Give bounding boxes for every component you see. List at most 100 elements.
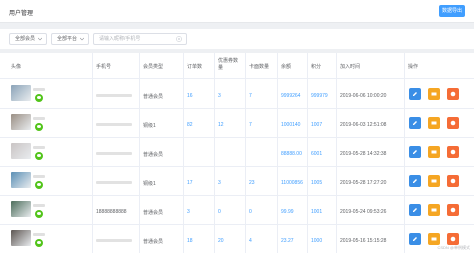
recharge-button[interactable] <box>447 117 459 129</box>
coupons-cell[interactable]: 3 <box>218 180 221 186</box>
pencil-icon <box>413 150 417 154</box>
coupons-cell[interactable]: 20 <box>218 238 224 244</box>
col-cards: 卡面数量 <box>249 64 270 70</box>
avatar <box>11 85 31 101</box>
search-placeholder: 请输入昵称/手机号 <box>99 36 141 42</box>
edit-button[interactable] <box>409 146 421 158</box>
phone-redacted <box>96 239 132 242</box>
recharge-button[interactable] <box>447 88 459 100</box>
col-orders: 订单数 <box>187 64 203 70</box>
coupons-cell[interactable]: 0 <box>218 209 221 215</box>
avatar <box>11 201 31 217</box>
orders-cell[interactable]: 82 <box>187 122 193 128</box>
edit-button[interactable] <box>409 88 421 100</box>
money-icon <box>450 149 456 155</box>
phone-cell: 18888888888 <box>96 209 127 215</box>
nickname-redacted <box>33 233 45 236</box>
coupon-icon <box>431 208 437 212</box>
points-cell[interactable]: 1000 <box>311 238 322 244</box>
nickname-redacted <box>33 88 45 91</box>
nickname-redacted <box>33 204 45 207</box>
edit-button[interactable] <box>409 233 421 245</box>
coupon-icon <box>431 121 437 125</box>
money-icon <box>450 236 456 242</box>
edit-button[interactable] <box>409 175 421 187</box>
balance-cell[interactable]: 99.99 <box>281 209 294 215</box>
join-time-cell: 2019-05-24 09:53:26 <box>340 209 387 215</box>
nickname-redacted <box>33 175 45 178</box>
recharge-button[interactable] <box>447 175 459 187</box>
table-row: 普通会员 88888.00 6001 2019-05-28 14:32:38 <box>0 138 474 167</box>
coupon-button[interactable] <box>428 146 440 158</box>
col-avatar: 头像 <box>11 64 22 70</box>
cards-cell[interactable]: 7 <box>249 93 252 99</box>
page-title: 用户管理 <box>9 11 34 17</box>
search-input[interactable]: 请输入昵称/手机号 <box>93 33 187 45</box>
points-cell[interactable]: 1007 <box>311 122 322 128</box>
recharge-button[interactable] <box>447 146 459 158</box>
wechat-icon <box>35 181 43 189</box>
balance-cell[interactable]: 11000856 <box>281 180 303 186</box>
orders-cell[interactable]: 16 <box>187 93 193 99</box>
coupons-cell[interactable]: 12 <box>218 122 224 128</box>
money-icon <box>450 120 456 126</box>
platform-select[interactable]: 全部平台 <box>51 33 89 45</box>
points-cell[interactable]: 999979 <box>311 93 328 99</box>
money-icon <box>450 207 456 213</box>
join-time-cell: 2019-05-28 14:32:38 <box>340 151 387 157</box>
points-cell[interactable]: 6001 <box>311 151 322 157</box>
money-icon <box>450 91 456 97</box>
member-type-select[interactable]: 全部会员 <box>9 33 47 45</box>
wechat-icon <box>35 123 43 131</box>
cards-cell[interactable]: 23 <box>249 180 255 186</box>
orders-cell[interactable]: 18 <box>187 238 193 244</box>
coupons-cell[interactable]: 3 <box>218 93 221 99</box>
join-time-cell: 2019-05-28 17:27:20 <box>340 180 387 186</box>
col-balance: 余额 <box>281 64 292 70</box>
chevron-down-icon <box>80 37 84 41</box>
member-type-cell: 铜级1 <box>143 181 156 187</box>
orders-cell[interactable]: 3 <box>187 209 190 215</box>
balance-cell[interactable]: 23.27 <box>281 238 294 244</box>
member-type-cell: 普通会员 <box>143 210 164 216</box>
page-header: 用户管理 数据导出 <box>0 0 474 23</box>
clear-icon[interactable] <box>176 36 182 42</box>
balance-cell[interactable]: 9999264 <box>281 93 300 99</box>
cards-cell[interactable]: 7 <box>249 122 252 128</box>
cards-cell[interactable]: 0 <box>249 209 252 215</box>
wechat-icon <box>35 152 43 160</box>
export-button[interactable]: 数据导出 <box>439 5 465 17</box>
coupon-button[interactable] <box>428 117 440 129</box>
col-member-type: 会员类型 <box>143 64 164 70</box>
coupon-button[interactable] <box>428 204 440 216</box>
col-phone: 手机号 <box>96 64 112 70</box>
cards-cell[interactable]: 4 <box>249 238 252 244</box>
table-row: 18888888888 普通会员 3 0 0 99.99 1001 2019-05-24 09… <box>0 196 474 225</box>
phone-redacted <box>96 152 132 155</box>
recharge-button[interactable] <box>447 233 459 245</box>
platform-select-value: 全部平台 <box>57 36 78 42</box>
balance-cell[interactable]: 88888.00 <box>281 151 302 157</box>
points-cell[interactable]: 1005 <box>311 180 322 186</box>
col-points: 积分 <box>311 64 322 70</box>
table-row: 普通会员 16 3 7 9999264 999979 2019-06-06 10:00:20 <box>0 80 474 109</box>
col-join-time: 加入时间 <box>340 64 361 70</box>
balance-cell[interactable]: 1000140 <box>281 122 300 128</box>
edit-button[interactable] <box>409 117 421 129</box>
money-icon <box>450 178 456 184</box>
edit-button[interactable] <box>409 204 421 216</box>
recharge-button[interactable] <box>447 204 459 216</box>
member-type-cell: 普通会员 <box>143 152 164 158</box>
table-header: 头像 手机号 会员类型 订单数 优惠券数量 卡面数量 余额 积分 加入时间 操作 <box>0 53 474 79</box>
points-cell[interactable]: 1001 <box>311 209 322 215</box>
member-type-cell: 铜级1 <box>143 123 156 129</box>
coupon-button[interactable] <box>428 88 440 100</box>
coupon-icon <box>431 237 437 241</box>
coupon-icon <box>431 150 437 154</box>
orders-cell[interactable]: 17 <box>187 180 193 186</box>
coupon-button[interactable] <box>428 233 440 245</box>
phone-redacted <box>96 94 132 97</box>
pencil-icon <box>413 179 417 183</box>
coupon-button[interactable] <box>428 175 440 187</box>
join-time-cell: 2019-06-06 10:00:20 <box>340 93 387 99</box>
